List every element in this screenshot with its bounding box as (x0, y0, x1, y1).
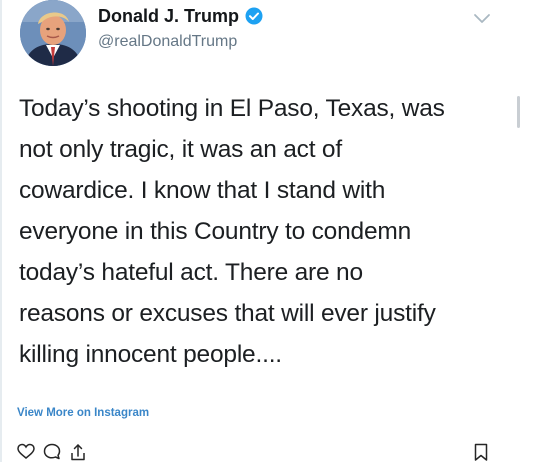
share-icon[interactable] (69, 442, 87, 462)
post-card: Donald J. Trump @realDonaldTrump Today’s… (0, 0, 534, 462)
handle[interactable]: @realDonaldTrump (98, 33, 237, 51)
heart-icon[interactable] (17, 442, 35, 462)
tweet-line: cowardice. I know that I stand with (19, 177, 386, 204)
view-more-link[interactable]: View More on Instagram (17, 407, 149, 419)
author-name-row: Donald J. Trump (98, 6, 263, 26)
chevron-down-icon (474, 14, 490, 23)
verified-badge-icon (245, 7, 263, 25)
card-border (0, 0, 2, 462)
tweet-line: not only tragic, it was an act of (19, 136, 342, 163)
tweet-line: today’s hateful act. There are no (19, 259, 363, 286)
tweet-line: reasons or excuses that will ever justif… (19, 300, 436, 327)
tweet-text: Today’s shooting in El Paso, Texas, was … (19, 88, 519, 375)
comment-icon[interactable] (43, 442, 61, 462)
avatar[interactable] (20, 0, 86, 66)
action-bar (17, 442, 87, 462)
tweet-line: killing innocent people.... (19, 341, 282, 368)
tweet-line: everyone in this Country to condemn (19, 218, 412, 245)
menu-button[interactable] (470, 7, 494, 31)
display-name[interactable]: Donald J. Trump (98, 6, 239, 26)
profile-photo (20, 0, 86, 66)
tweet-line: Today’s shooting in El Paso, Texas, was (19, 95, 445, 122)
bookmark-icon[interactable] (473, 442, 489, 462)
